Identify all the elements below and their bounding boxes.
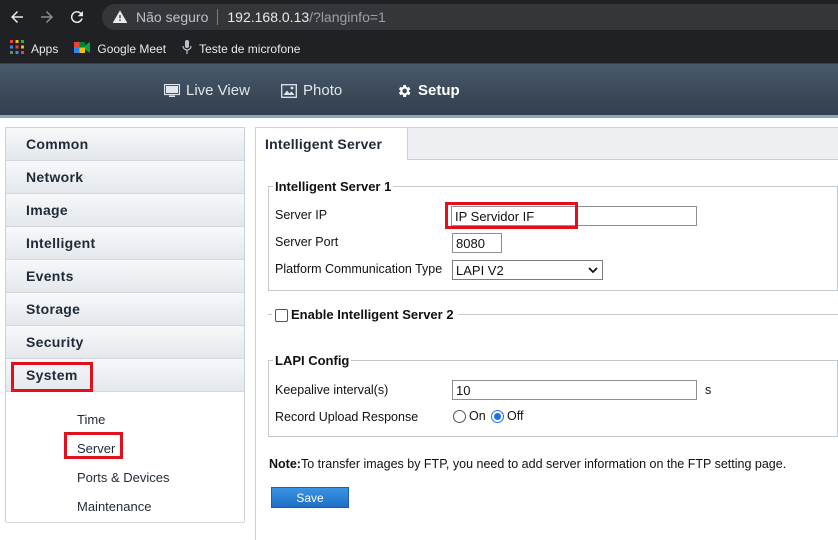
monitor-icon bbox=[164, 83, 180, 98]
server-port-label: Server Port bbox=[275, 235, 339, 249]
bookmark-label: Apps bbox=[31, 41, 59, 56]
submenu-item-time[interactable]: Time bbox=[77, 412, 105, 427]
server-ip-label: Server IP bbox=[275, 208, 328, 222]
sidebar-item-security[interactable]: Security bbox=[6, 326, 244, 359]
platform-type-label: Platform Communication Type bbox=[275, 262, 443, 276]
sidebar-item-network[interactable]: Network bbox=[6, 161, 244, 194]
server-port-value: 8080 bbox=[456, 235, 485, 251]
submenu-item-maintenance[interactable]: Maintenance bbox=[77, 499, 151, 514]
sidebar-item-intelligent[interactable]: Intelligent bbox=[6, 227, 244, 260]
google-meet-icon bbox=[74, 41, 91, 57]
tab-label: Photo bbox=[303, 82, 343, 99]
arrow-right-icon bbox=[41, 11, 53, 23]
url-path: /?langinfo=1 bbox=[309, 9, 386, 25]
sidebar-item-common[interactable]: Common bbox=[6, 128, 244, 161]
platform-type-value: LAPI V2 bbox=[456, 262, 504, 278]
bookmarks-bar: Apps Google Meet Teste de microfone bbox=[0, 34, 838, 64]
main-tabbar: Intelligent Server bbox=[256, 128, 838, 160]
sidebar-item-label: Image bbox=[26, 202, 68, 218]
sidebar-item-label: Network bbox=[26, 169, 84, 185]
sidebar-item-label: Common bbox=[26, 136, 89, 152]
security-label: Não seguro bbox=[136, 9, 209, 25]
upload-response-label: Record Upload Response bbox=[275, 410, 419, 424]
bookmark-google-meet[interactable]: Google Meet bbox=[74, 41, 166, 57]
tab-label: Live View bbox=[186, 82, 250, 99]
apps-grid-icon bbox=[10, 40, 24, 57]
microphone-icon bbox=[182, 40, 192, 57]
bookmark-label: Google Meet bbox=[97, 41, 167, 56]
browser-toolbar: Não seguro 192.168.0.13/?langinfo=1 bbox=[0, 0, 838, 34]
forward-button[interactable] bbox=[34, 4, 60, 30]
photo-icon bbox=[281, 83, 297, 98]
keepalive-unit: s bbox=[705, 383, 712, 397]
arrow-left-icon bbox=[11, 11, 23, 23]
note-prefix: Note: bbox=[269, 457, 301, 471]
tab-photo[interactable]: Photo bbox=[281, 82, 342, 99]
bookmark-mic-test[interactable]: Teste de microfone bbox=[182, 40, 300, 57]
tab-setup[interactable]: Setup bbox=[396, 82, 460, 99]
upload-response-on-radio[interactable] bbox=[453, 410, 466, 423]
highlight-system bbox=[11, 362, 93, 392]
app-header: Live View Photo Setup bbox=[0, 64, 838, 118]
note-text: To transfer images by FTP, you need to a… bbox=[300, 457, 787, 471]
bookmark-apps[interactable]: Apps bbox=[10, 40, 58, 57]
reload-icon bbox=[70, 11, 83, 24]
ftp-note: Note:To transfer images by FTP, you need… bbox=[269, 457, 786, 471]
keepalive-input[interactable]: 10 bbox=[452, 380, 697, 400]
gear-icon bbox=[396, 83, 412, 99]
server2-legend: Enable Intelligent Server 2 bbox=[289, 307, 456, 322]
bookmark-label: Teste de microfone bbox=[199, 41, 301, 56]
tab-live-view[interactable]: Live View bbox=[164, 82, 250, 99]
submenu-item-ports-devices[interactable]: Ports & Devices bbox=[77, 470, 169, 485]
upload-response-off-label: Off bbox=[507, 409, 524, 423]
sidebar-item-image[interactable]: Image bbox=[6, 194, 244, 227]
back-button[interactable] bbox=[4, 4, 30, 30]
server-port-input[interactable]: 8080 bbox=[452, 233, 502, 253]
url-host: 192.168.0.13 bbox=[227, 9, 310, 25]
keepalive-label: Keepalive interval(s) bbox=[275, 383, 389, 397]
reload-button[interactable] bbox=[64, 4, 90, 30]
highlight-server-ip bbox=[445, 202, 578, 229]
chevron-down-icon bbox=[588, 266, 598, 273]
address-bar[interactable]: Não seguro 192.168.0.13/?langinfo=1 bbox=[102, 4, 838, 30]
platform-type-select[interactable]: LAPI V2 bbox=[452, 260, 603, 280]
sidebar-item-label: Storage bbox=[26, 301, 81, 317]
warning-icon bbox=[112, 10, 128, 23]
server1-legend: Intelligent Server 1 bbox=[273, 179, 394, 194]
upload-response-off-radio[interactable] bbox=[491, 410, 504, 423]
enable-server2-checkbox[interactable] bbox=[275, 309, 288, 322]
tab-intelligent-server[interactable]: Intelligent Server bbox=[256, 128, 408, 160]
sidebar-item-label: Intelligent bbox=[26, 235, 96, 251]
address-separator bbox=[217, 9, 219, 25]
upload-response-on-label: On bbox=[469, 409, 486, 423]
tab-label: Setup bbox=[418, 82, 460, 99]
system-submenu: Time Server Ports & Devices Maintenance bbox=[6, 392, 244, 523]
sidebar-item-label: Events bbox=[26, 268, 74, 284]
settings-sidebar: Common Network Image Intelligent Events … bbox=[5, 127, 245, 523]
highlight-server bbox=[64, 432, 123, 459]
save-button[interactable]: Save bbox=[271, 487, 349, 508]
lapi-legend: LAPI Config bbox=[273, 353, 352, 368]
keepalive-value: 10 bbox=[456, 382, 471, 398]
sidebar-item-label: Security bbox=[26, 334, 84, 350]
sidebar-item-storage[interactable]: Storage bbox=[6, 293, 244, 326]
sidebar-item-events[interactable]: Events bbox=[6, 260, 244, 293]
